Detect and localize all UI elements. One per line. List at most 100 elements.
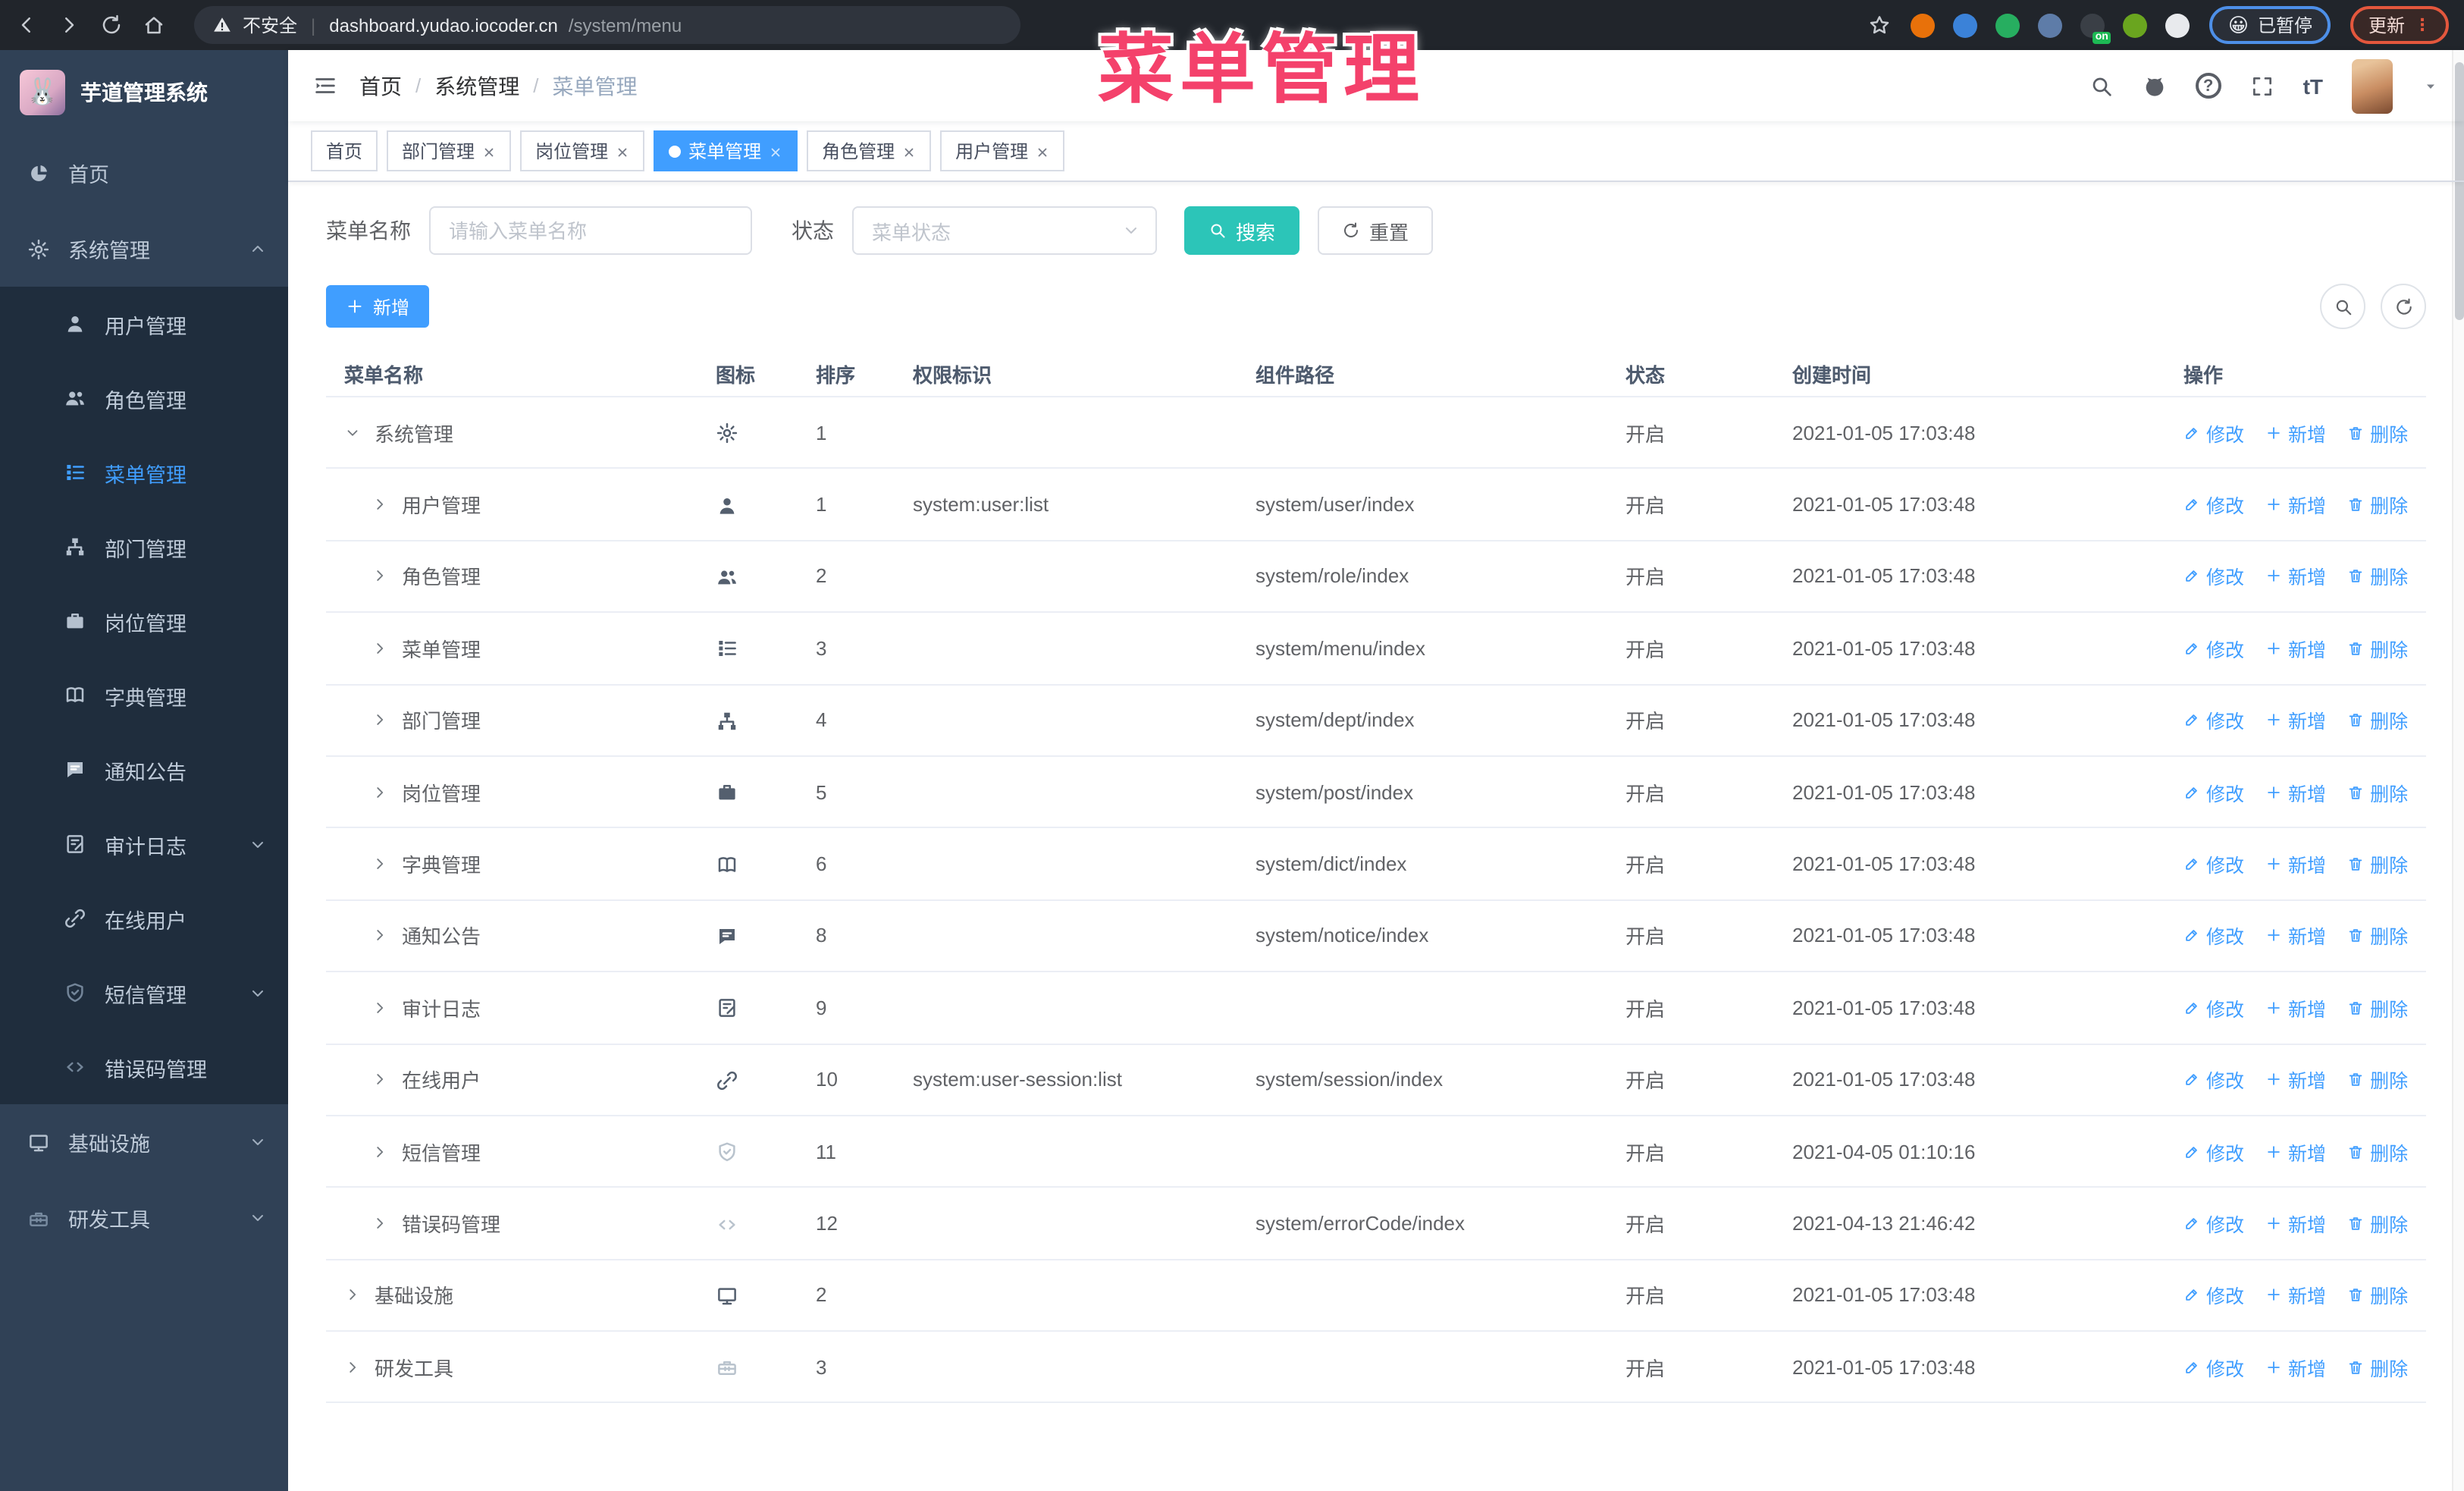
delete-action-link[interactable]: 删除	[2347, 634, 2408, 663]
toggle-search-button[interactable]	[2320, 284, 2365, 329]
delete-action-link[interactable]: 删除	[2347, 1137, 2408, 1166]
chevron-down-icon[interactable]	[2422, 77, 2440, 95]
extension-dark-on-icon[interactable]	[2080, 13, 2111, 43]
edit-action-link[interactable]: 修改	[2183, 706, 2244, 735]
sidebar-item-部门管理[interactable]: 部门管理	[0, 510, 288, 584]
tab-用户管理[interactable]: 用户管理	[940, 130, 1065, 171]
edit-action-link[interactable]: 修改	[2183, 634, 2244, 663]
profile-paused-badge[interactable]: 😀 已暂停	[2209, 6, 2331, 44]
add-action-link[interactable]: 新增	[2265, 1065, 2326, 1094]
sidebar-item-基础设施[interactable]: 基础设施	[0, 1104, 288, 1180]
delete-action-link[interactable]: 删除	[2347, 849, 2408, 878]
delete-action-link[interactable]: 删除	[2347, 418, 2408, 447]
tab-角色管理[interactable]: 角色管理	[807, 130, 932, 171]
extension-blue-gem-icon[interactable]	[1953, 13, 1978, 37]
sidebar-item-用户管理[interactable]: 用户管理	[0, 287, 288, 361]
search-icon[interactable]	[2089, 74, 2114, 98]
edit-action-link[interactable]: 修改	[2183, 562, 2244, 591]
sidebar-item-字典管理[interactable]: 字典管理	[0, 658, 288, 733]
browser-forward-icon[interactable]	[58, 14, 80, 36]
fullscreen-icon[interactable]	[2250, 74, 2274, 98]
edit-action-link[interactable]: 修改	[2183, 1137, 2244, 1166]
browser-reload-icon[interactable]	[100, 14, 123, 36]
github-icon[interactable]	[2143, 74, 2167, 98]
add-button[interactable]: 新增	[326, 285, 430, 328]
tab-岗位管理[interactable]: 岗位管理	[520, 130, 645, 171]
sidebar-item-错误码管理[interactable]: 错误码管理	[0, 1030, 288, 1104]
add-action-link[interactable]: 新增	[2265, 993, 2326, 1022]
delete-action-link[interactable]: 删除	[2347, 921, 2408, 950]
delete-action-link[interactable]: 删除	[2347, 490, 2408, 519]
search-button[interactable]: 搜索	[1184, 206, 1300, 255]
status-select[interactable]: 菜单状态	[852, 206, 1157, 255]
edit-action-link[interactable]: 修改	[2183, 849, 2244, 878]
add-action-link[interactable]: 新增	[2265, 490, 2326, 519]
add-action-link[interactable]: 新增	[2265, 777, 2326, 806]
browser-back-icon[interactable]	[15, 14, 38, 36]
sidebar-item-短信管理[interactable]: 短信管理	[0, 956, 288, 1030]
extension-orange-icon[interactable]	[1911, 13, 1936, 37]
close-icon[interactable]	[1036, 142, 1049, 160]
delete-action-link[interactable]: 删除	[2347, 1281, 2408, 1310]
menu-dots-icon[interactable]: ⋮	[2414, 17, 2431, 33]
close-icon[interactable]	[616, 142, 629, 160]
close-icon[interactable]	[482, 142, 496, 160]
edit-action-link[interactable]: 修改	[2183, 418, 2244, 447]
add-action-link[interactable]: 新增	[2265, 562, 2326, 591]
sidebar-item-菜单管理[interactable]: 菜单管理	[0, 435, 288, 510]
sidebar-item-在线用户[interactable]: 在线用户	[0, 881, 288, 956]
add-action-link[interactable]: 新增	[2265, 1137, 2326, 1166]
address-bar[interactable]: 不安全 | dashboard.yudao.iocoder.cn/system/…	[194, 6, 1020, 44]
sidebar-item-研发工具[interactable]: 研发工具	[0, 1180, 288, 1256]
user-avatar[interactable]	[2352, 58, 2393, 113]
extension-green-check-icon[interactable]	[1995, 13, 2020, 37]
add-action-link[interactable]: 新增	[2265, 1353, 2326, 1382]
add-action-link[interactable]: 新增	[2265, 1209, 2326, 1238]
delete-action-link[interactable]: 删除	[2347, 562, 2408, 591]
sidebar-item-首页[interactable]: 首页	[0, 135, 288, 211]
close-icon[interactable]	[902, 142, 916, 160]
edit-action-link[interactable]: 修改	[2183, 993, 2244, 1022]
delete-action-link[interactable]: 删除	[2347, 993, 2408, 1022]
edit-action-link[interactable]: 修改	[2183, 1209, 2244, 1238]
edit-action-link[interactable]: 修改	[2183, 1353, 2244, 1382]
extension-green-search-icon[interactable]	[2123, 13, 2148, 37]
add-action-link[interactable]: 新增	[2265, 706, 2326, 735]
edit-action-link[interactable]: 修改	[2183, 1065, 2244, 1094]
tab-菜单管理[interactable]: 菜单管理	[654, 130, 798, 171]
sidebar-item-岗位管理[interactable]: 岗位管理	[0, 584, 288, 658]
extension-puzzle-icon[interactable]	[2165, 13, 2190, 37]
sidebar-item-系统管理[interactable]: 系统管理	[0, 211, 288, 287]
delete-action-link[interactable]: 删除	[2347, 777, 2408, 806]
bookmark-star-icon[interactable]	[1869, 14, 1892, 36]
add-action-link[interactable]: 新增	[2265, 634, 2326, 663]
add-action-link[interactable]: 新增	[2265, 921, 2326, 950]
delete-action-link[interactable]: 删除	[2347, 706, 2408, 735]
edit-action-link[interactable]: 修改	[2183, 1281, 2244, 1310]
extension-blue-grid-icon[interactable]	[2038, 13, 2063, 37]
font-size-icon[interactable]: tT	[2303, 74, 2323, 98]
tab-部门管理[interactable]: 部门管理	[387, 130, 512, 171]
close-icon[interactable]	[769, 142, 782, 160]
refresh-table-button[interactable]	[2381, 284, 2426, 329]
delete-action-link[interactable]: 删除	[2347, 1353, 2408, 1382]
add-action-link[interactable]: 新增	[2265, 418, 2326, 447]
sidebar-item-角色管理[interactable]: 角色管理	[0, 361, 288, 435]
breadcrumb-home[interactable]: 首页	[359, 71, 402, 101]
edit-action-link[interactable]: 修改	[2183, 921, 2244, 950]
update-button[interactable]: 更新 ⋮	[2350, 6, 2449, 44]
sidebar-item-通知公告[interactable]: 通知公告	[0, 733, 288, 807]
sidebar-item-审计日志[interactable]: 审计日志	[0, 807, 288, 881]
add-action-link[interactable]: 新增	[2265, 849, 2326, 878]
delete-action-link[interactable]: 删除	[2347, 1209, 2408, 1238]
reset-button[interactable]: 重置	[1318, 206, 1434, 255]
menu-name-input[interactable]	[429, 206, 752, 255]
browser-home-icon[interactable]	[143, 14, 165, 36]
hamburger-icon[interactable]	[312, 73, 338, 99]
edit-action-link[interactable]: 修改	[2183, 777, 2244, 806]
add-action-link[interactable]: 新增	[2265, 1281, 2326, 1310]
help-icon[interactable]: ?	[2195, 73, 2221, 99]
breadcrumb-system[interactable]: 系统管理	[434, 71, 519, 101]
tab-首页[interactable]: 首页	[311, 130, 378, 171]
page-scrollbar[interactable]	[2452, 50, 2464, 1491]
